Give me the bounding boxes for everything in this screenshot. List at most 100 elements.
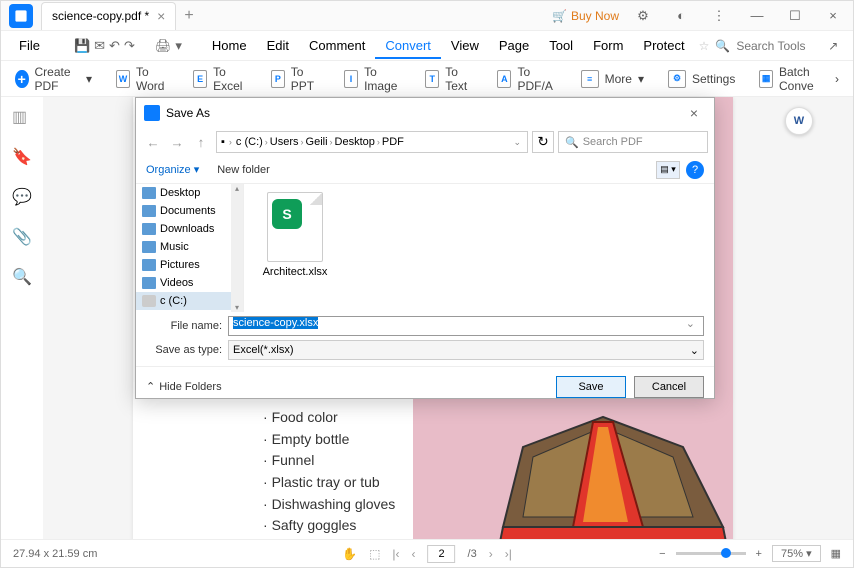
breadcrumb-segment[interactable]: Desktop	[335, 136, 375, 148]
new-folder-button[interactable]: New folder	[217, 164, 270, 176]
zoom-in-button[interactable]: +	[756, 548, 762, 560]
menu-protect[interactable]: Protect	[633, 34, 694, 57]
nav-up-button[interactable]: ↑	[190, 131, 212, 153]
word-float-button[interactable]: W	[785, 107, 813, 135]
select-tool-icon[interactable]: ⬚	[369, 547, 380, 561]
menu-form[interactable]: Form	[583, 34, 633, 57]
nav-back-button[interactable]: ←	[142, 131, 164, 153]
zoom-slider[interactable]	[676, 552, 746, 555]
user-icon[interactable]: ◐	[667, 2, 695, 30]
close-window-button[interactable]: ×	[819, 2, 847, 30]
search-rail-icon[interactable]: 🔍	[12, 267, 32, 287]
to-ppt-button[interactable]: PTo PPT	[265, 61, 326, 97]
save-button[interactable]: Save	[556, 376, 626, 398]
share-icon[interactable]: ↗	[822, 35, 844, 57]
zoom-value[interactable]: 75% ▾	[772, 545, 821, 562]
undo-icon[interactable]: ↶	[109, 35, 120, 57]
comment-icon[interactable]: 💬	[12, 187, 32, 207]
tree-item[interactable]: Pictures	[136, 256, 243, 274]
save-icon[interactable]: 💾	[74, 35, 90, 57]
prev-page-button[interactable]: ‹	[412, 547, 416, 561]
batch-convert-button[interactable]: ▦Batch Conve ›	[753, 61, 845, 97]
to-pdfa-button[interactable]: ATo PDF/A	[491, 61, 562, 97]
tree-item[interactable]: Downloads	[136, 220, 243, 238]
nav-forward-button[interactable]: →	[166, 131, 188, 153]
tree-item[interactable]: Music	[136, 238, 243, 256]
chevron-down-icon[interactable]: ▾	[175, 35, 182, 57]
kebab-menu-icon[interactable]: ⋮	[705, 2, 733, 30]
menu-view[interactable]: View	[441, 34, 489, 57]
folder-icon	[142, 259, 156, 271]
hide-folders-button[interactable]: ⌃ Hide Folders	[146, 380, 222, 393]
add-tab-button[interactable]: +	[184, 7, 193, 25]
tree-item[interactable]: c (C:)	[136, 292, 243, 310]
tab-close-icon[interactable]: ×	[157, 8, 165, 24]
file-item[interactable]: S Architect.xlsx	[260, 192, 330, 278]
organize-button[interactable]: Organize ▾	[146, 163, 199, 176]
mail-icon[interactable]: ✉	[94, 35, 105, 57]
app-icon	[9, 4, 33, 28]
breadcrumb-root-icon[interactable]: ▪	[221, 136, 225, 148]
tree-item[interactable]: Desktop	[136, 184, 243, 202]
convert-toolbar: +Create PDF ▾ WTo Word ETo Excel PTo PPT…	[1, 61, 853, 97]
last-page-button[interactable]: ›|	[505, 547, 512, 561]
breadcrumb-segment[interactable]: Users	[270, 136, 299, 148]
hand-tool-icon[interactable]: ✋	[342, 547, 357, 561]
create-pdf-button[interactable]: +Create PDF ▾	[9, 61, 98, 97]
settings-button[interactable]: ⚙Settings	[662, 66, 741, 92]
to-word-button[interactable]: WTo Word	[110, 61, 175, 97]
dialog-close-button[interactable]: ×	[682, 101, 706, 125]
redo-icon[interactable]: ↷	[124, 35, 135, 57]
to-excel-button[interactable]: ETo Excel	[187, 61, 253, 97]
gift-icon[interactable]: ⚙	[629, 2, 657, 30]
next-page-button[interactable]: ›	[489, 547, 493, 561]
menu-edit[interactable]: Edit	[257, 34, 299, 57]
file-name: Architect.xlsx	[263, 266, 328, 278]
minimize-button[interactable]: —	[743, 2, 771, 30]
savetype-select[interactable]: Excel(*.xlsx)⌄	[228, 340, 704, 360]
filename-label: File name:	[146, 320, 222, 332]
bookmark-icon[interactable]: 🔖	[12, 147, 32, 167]
menu-file[interactable]: File	[9, 34, 50, 57]
menu-convert[interactable]: Convert	[375, 34, 441, 59]
breadcrumb-segment[interactable]: PDF	[382, 136, 404, 148]
folder-tree[interactable]: DesktopDocumentsDownloadsMusicPicturesVi…	[136, 184, 244, 312]
breadcrumb-segment[interactable]: c (C:)	[236, 136, 263, 148]
buy-now-link[interactable]: 🛒 Buy Now	[552, 9, 619, 23]
cloud-icon[interactable]: ☁	[850, 35, 854, 57]
to-image-button[interactable]: ITo Image	[338, 61, 407, 97]
menu-comment[interactable]: Comment	[299, 34, 375, 57]
filename-input[interactable]: science-copy.xlsx⌄	[228, 316, 704, 336]
search-tools-input[interactable]	[736, 39, 816, 53]
menubar: File 💾 ✉ ↶ ↷ 🖨 ▾ HomeEditCommentConvertV…	[1, 31, 853, 61]
to-text-button[interactable]: TTo Text	[419, 61, 479, 97]
document-tab[interactable]: science-copy.pdf * ×	[41, 2, 176, 30]
search-icon: 🔍	[715, 39, 730, 53]
page-number-input[interactable]	[428, 545, 456, 563]
refresh-button[interactable]: ↻	[532, 131, 554, 153]
breadcrumb-dropdown-icon[interactable]: ⌄	[511, 137, 523, 148]
fit-page-icon[interactable]: ▦	[831, 547, 841, 560]
dialog-help-button[interactable]: ?	[686, 161, 704, 179]
save-as-dialog: Save As × ← → ↑ ▪› c (C:)›Users›Geili›De…	[135, 97, 715, 399]
first-page-button[interactable]: |‹	[392, 547, 399, 561]
tree-item[interactable]: Documents	[136, 202, 243, 220]
view-mode-button[interactable]: ▤ ▾	[656, 161, 680, 179]
menu-tool[interactable]: Tool	[539, 34, 583, 57]
maximize-button[interactable]: ☐	[781, 2, 809, 30]
tree-item[interactable]: Videos	[136, 274, 243, 292]
breadcrumb-segment[interactable]: Geili	[306, 136, 328, 148]
thumbnails-icon[interactable]: ▥	[12, 107, 32, 127]
breadcrumb[interactable]: ▪› c (C:)›Users›Geili›Desktop›PDF ⌄	[216, 131, 528, 153]
cancel-button[interactable]: Cancel	[634, 376, 704, 398]
star-icon[interactable]: ☆	[699, 39, 710, 53]
menu-home[interactable]: Home	[202, 34, 257, 57]
zoom-out-button[interactable]: −	[659, 548, 665, 560]
attachment-icon[interactable]: 📎	[12, 227, 32, 247]
search-folder-input[interactable]: 🔍 Search PDF	[558, 131, 708, 153]
print-icon[interactable]: 🖨	[155, 35, 172, 57]
dialog-title: Save As	[166, 106, 210, 120]
menu-page[interactable]: Page	[489, 34, 539, 57]
file-list[interactable]: S Architect.xlsx	[244, 184, 714, 312]
more-button[interactable]: ≡More ▾	[575, 66, 650, 92]
